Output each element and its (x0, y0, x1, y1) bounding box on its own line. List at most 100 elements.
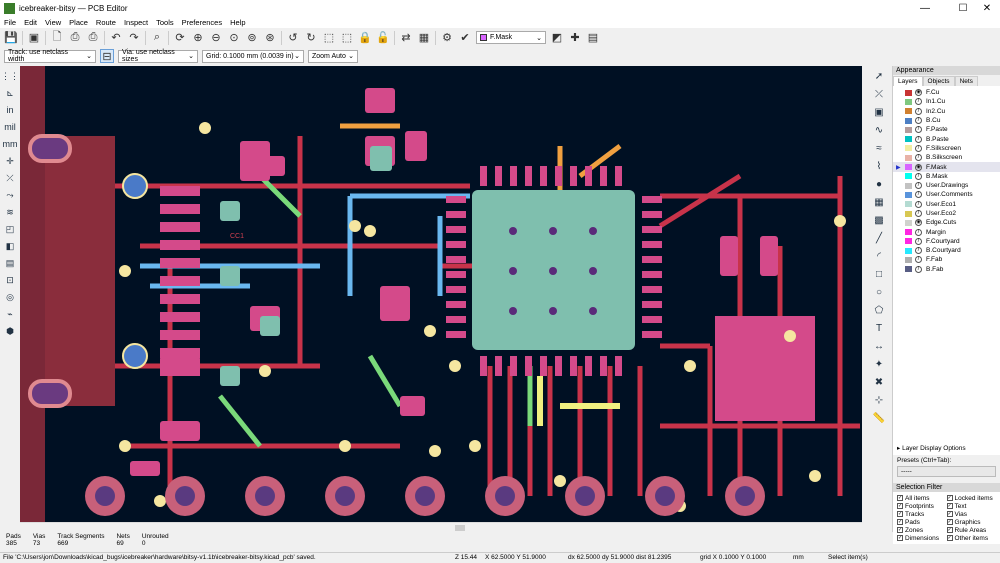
layer-row[interactable]: ◉ Edge.Cuts (893, 218, 1000, 227)
circle-icon[interactable]: ○ (872, 285, 886, 299)
layer-select[interactable]: F.Mask ⌄ (476, 31, 546, 44)
visibility-toggle-icon[interactable]: / (915, 191, 922, 199)
visibility-toggle-icon[interactable]: / (915, 228, 922, 236)
menu-place[interactable]: Place (69, 18, 88, 27)
netlist-icon[interactable]: ⚙ (440, 31, 454, 45)
close-button[interactable]: ✕ (972, 0, 1000, 17)
layer-row[interactable]: / B.Courtyard (893, 246, 1000, 255)
measure-icon[interactable]: 📏 (872, 411, 886, 425)
filter-checkbox[interactable]: ✓ Pads (897, 518, 947, 526)
group-icon[interactable]: ⬚ (322, 31, 336, 45)
layer-display-options-toggle[interactable]: ▸ Layer Display Options (893, 441, 1000, 455)
layer-color-swatch[interactable] (905, 219, 912, 226)
menu-view[interactable]: View (45, 18, 61, 27)
appearance-icon[interactable]: ⬢ (3, 324, 17, 338)
visibility-toggle-icon[interactable]: / (915, 135, 922, 143)
cursor-icon[interactable]: ✛ (3, 154, 17, 168)
mm-icon[interactable]: mm (3, 137, 18, 151)
layer-color-swatch[interactable] (905, 126, 912, 133)
layer-row[interactable]: / User.Comments (893, 190, 1000, 199)
rotate-cw-icon[interactable]: ↻ (304, 31, 318, 45)
filter-checkbox[interactable]: ✓ Locked items (946, 494, 997, 502)
layer-color-swatch[interactable] (905, 256, 912, 263)
auto-track-width-icon[interactable]: ⊟ (100, 49, 114, 63)
update-pcb-icon[interactable]: ⇄ (399, 31, 413, 45)
console-icon[interactable]: ▤ (586, 31, 600, 45)
layer-color-swatch[interactable] (905, 229, 912, 236)
menu-file[interactable]: File (4, 18, 16, 27)
filter-checkbox[interactable]: ✓ Text (946, 502, 997, 510)
checkbox-checked-icon[interactable]: ✓ (946, 503, 953, 509)
polar-icon[interactable]: ⊾ (3, 86, 17, 100)
layer-color-swatch[interactable] (905, 98, 912, 105)
filter-checkbox[interactable]: ✓ Footprints (897, 502, 947, 510)
visibility-toggle-icon[interactable]: / (915, 237, 922, 245)
delete-icon[interactable]: ✖ (872, 375, 886, 389)
visibility-toggle-icon[interactable]: / (915, 256, 922, 264)
layer-row[interactable]: / In1.Cu (893, 97, 1000, 106)
rotate-ccw-icon[interactable]: ↺ (286, 31, 300, 45)
layer-color-swatch[interactable] (905, 108, 912, 115)
via-icon[interactable]: ● (872, 177, 886, 191)
layer-color-swatch[interactable] (905, 201, 912, 208)
visibility-toggle-icon[interactable]: / (915, 98, 922, 106)
menu-inspect[interactable]: Inspect (124, 18, 148, 27)
layer-pair-icon[interactable]: ◩ (550, 31, 564, 45)
zoom-select[interactable]: Zoom Auto ⌄ (308, 49, 358, 63)
layer-row[interactable]: / F.Paste (893, 125, 1000, 134)
visibility-eye-icon[interactable]: ◉ (915, 89, 922, 97)
lock-icon[interactable]: 🔒 (358, 31, 372, 45)
presets-select[interactable]: ----- (897, 466, 996, 477)
minimize-button[interactable]: — (910, 0, 940, 17)
menu-help[interactable]: Help (230, 18, 245, 27)
layer-color-swatch[interactable] (905, 89, 912, 96)
grid-origin-icon[interactable]: ⊹ (872, 393, 886, 407)
visibility-toggle-icon[interactable]: / (915, 126, 922, 134)
unlock-icon[interactable]: 🔓 (376, 31, 390, 45)
layer-color-swatch[interactable] (905, 266, 912, 273)
scripting-icon[interactable]: ✚ (568, 31, 582, 45)
zoom-out-icon[interactable]: ⊖ (209, 31, 223, 45)
visibility-toggle-icon[interactable]: / (915, 144, 922, 152)
filter-checkbox[interactable]: ✓ Vias (946, 510, 997, 518)
grid-icon[interactable]: ⋮⋮ (1, 69, 19, 83)
polygon-icon[interactable]: ⬠ (872, 303, 886, 317)
visibility-toggle-icon[interactable]: / (915, 117, 922, 125)
visibility-toggle-icon[interactable]: / (915, 247, 922, 255)
zone-icon[interactable]: ▦ (872, 195, 886, 209)
via-size-select[interactable]: Via: use netclass sizes ⌄ (118, 49, 198, 63)
save-icon[interactable]: 💾 (4, 31, 18, 45)
layer-color-swatch[interactable] (905, 238, 912, 245)
checkbox-checked-icon[interactable]: ✓ (897, 503, 903, 509)
redo-icon[interactable]: ↷ (127, 31, 141, 45)
layer-row[interactable]: / B.Cu (893, 116, 1000, 125)
tune-icon[interactable]: ⌇ (872, 159, 886, 173)
layer-row[interactable]: / User.Drawings (893, 181, 1000, 190)
layer-row[interactable]: / B.Silkscreen (893, 153, 1000, 162)
contrast-icon[interactable]: ◧ (3, 239, 17, 253)
layer-row[interactable]: / B.Mask (893, 172, 1000, 181)
dimension-icon[interactable]: ↔ (872, 339, 886, 353)
line-icon[interactable]: ╱ (872, 231, 886, 245)
layer-row[interactable]: / User.Eco1 (893, 200, 1000, 209)
footprint-editor-icon[interactable]: ▦ (417, 31, 431, 45)
visibility-toggle-icon[interactable]: / (915, 200, 922, 208)
ratsnest-icon[interactable]: ⤫ (3, 171, 17, 185)
checkbox-checked-icon[interactable]: ✓ (946, 511, 953, 517)
outline-track-icon[interactable]: ≋ (3, 205, 17, 219)
zoom-in-icon[interactable]: ⊕ (191, 31, 205, 45)
layer-row[interactable]: / F.Courtyard (893, 237, 1000, 246)
checkbox-checked-icon[interactable]: ✓ (897, 495, 903, 501)
route-track-icon[interactable]: ∿ (872, 123, 886, 137)
ratsnest-curved-icon[interactable]: ⤳ (3, 188, 17, 202)
visibility-toggle-icon[interactable]: / (915, 182, 922, 190)
layer-row[interactable]: ◉ F.Cu (893, 88, 1000, 97)
filter-checkbox[interactable]: ✓ Graphics (946, 518, 997, 526)
layer-row[interactable]: / B.Fab (893, 265, 1000, 274)
local-ratsnest-icon[interactable]: ⤫ (872, 87, 886, 101)
layer-row[interactable]: / F.Silkscreen (893, 144, 1000, 153)
filter-checkbox[interactable]: ✓ All items (897, 494, 947, 502)
rectangle-icon[interactable]: □ (872, 267, 886, 281)
menu-route[interactable]: Route (96, 18, 116, 27)
menu-edit[interactable]: Edit (24, 18, 37, 27)
